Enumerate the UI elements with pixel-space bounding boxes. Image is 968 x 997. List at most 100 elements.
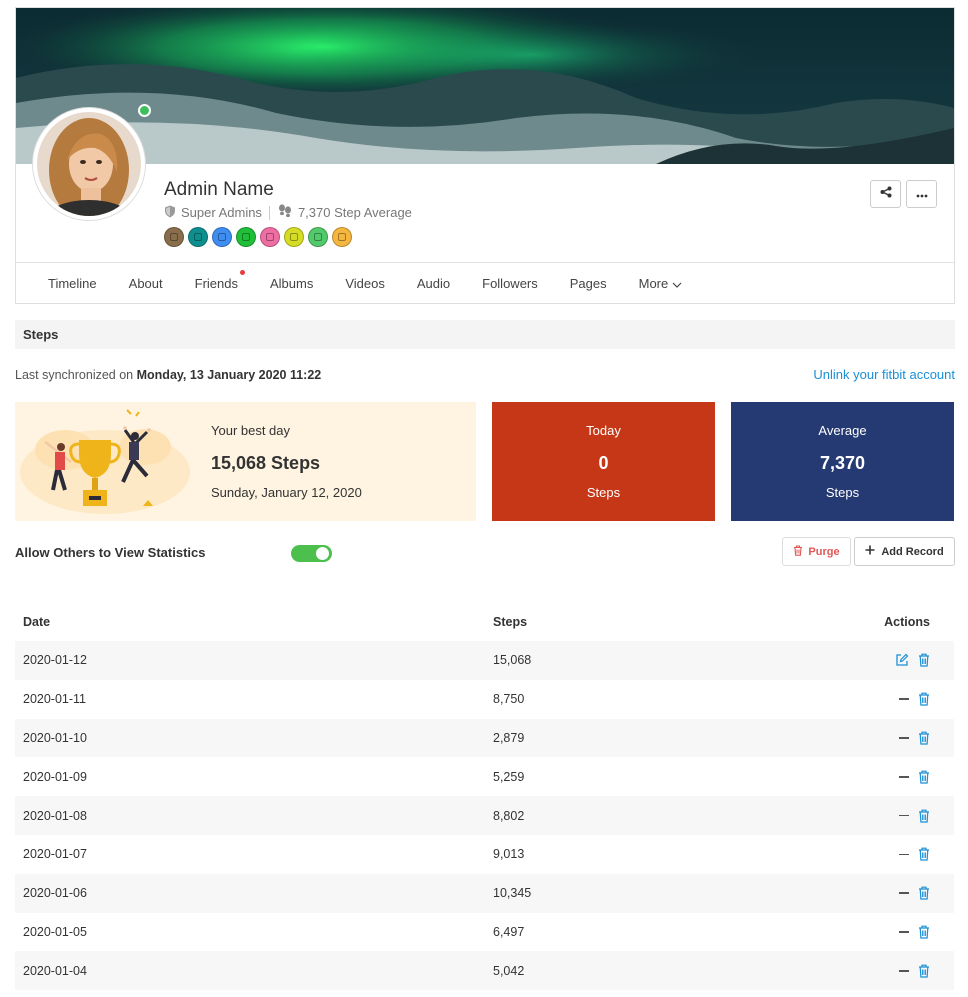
- row-steps: 5,042: [493, 963, 525, 978]
- plus-icon: [865, 545, 875, 558]
- badge-icon[interactable]: [164, 227, 184, 247]
- tab-label: Videos: [345, 276, 385, 291]
- table-row: 2020-01-08 8,802: [15, 796, 954, 835]
- row-date: 2020-01-04: [23, 963, 87, 978]
- profile-actions: [870, 180, 937, 208]
- badge-icon[interactable]: [284, 227, 304, 247]
- row-steps: 10,345: [493, 886, 532, 901]
- no-edit-dash: [899, 776, 909, 778]
- row-date: 2020-01-06: [23, 886, 87, 901]
- profile-role: Super Admins: [181, 205, 262, 220]
- share-icon: [880, 185, 892, 203]
- trash-icon: [793, 544, 803, 559]
- today-label: Today: [586, 423, 621, 438]
- row-date: 2020-01-11: [23, 692, 87, 707]
- row-steps: 9,013: [493, 847, 525, 862]
- tab-followers[interactable]: Followers: [466, 276, 554, 291]
- ellipsis-icon: [916, 185, 928, 203]
- table-row: 2020-01-11 8,750: [15, 680, 954, 719]
- allow-statistics-toggle[interactable]: [291, 545, 332, 562]
- tab-videos[interactable]: Videos: [329, 276, 401, 291]
- row-actions: [854, 770, 954, 784]
- add-record-label: Add Record: [881, 545, 944, 558]
- row-date: 2020-01-08: [23, 808, 87, 823]
- tab-friends[interactable]: Friends: [179, 270, 254, 291]
- avatar[interactable]: [33, 108, 145, 220]
- no-edit-dash: [899, 737, 909, 739]
- trash-icon[interactable]: [918, 809, 930, 823]
- cover-image: [16, 8, 954, 164]
- table-row: 2020-01-04 5,042: [15, 951, 954, 991]
- tab-audio[interactable]: Audio: [401, 276, 466, 291]
- table-row: 2020-01-09 5,259: [15, 757, 954, 796]
- average-value: 7,370: [819, 453, 866, 473]
- trash-icon[interactable]: [918, 964, 930, 978]
- purge-button[interactable]: Purge: [782, 537, 851, 566]
- header-actions: Actions: [884, 614, 930, 629]
- badge-icon[interactable]: [260, 227, 280, 247]
- row-date: 2020-01-09: [23, 769, 87, 784]
- trash-icon[interactable]: [918, 731, 930, 745]
- badge-icon[interactable]: [308, 227, 328, 247]
- no-edit-dash: [899, 698, 909, 700]
- row-actions: [854, 731, 954, 745]
- trophy-illustration-icon: [15, 402, 195, 526]
- row-steps: 8,750: [493, 692, 525, 707]
- trash-icon[interactable]: [918, 847, 930, 861]
- badge-icon[interactable]: [332, 227, 352, 247]
- row-steps: 6,497: [493, 924, 525, 939]
- tab-about[interactable]: About: [113, 276, 179, 291]
- row-actions: [854, 847, 954, 861]
- tab-albums[interactable]: Albums: [254, 276, 329, 291]
- no-edit-dash: [899, 853, 909, 856]
- today-unit: Steps: [586, 485, 621, 500]
- tab-more[interactable]: More: [623, 276, 699, 291]
- online-status-indicator: [138, 104, 151, 117]
- notification-dot: [240, 270, 245, 275]
- table-row: 2020-01-12 15,068: [15, 641, 954, 680]
- trash-icon[interactable]: [918, 653, 930, 667]
- sync-status: Last synchronized on Monday, 13 January …: [15, 368, 321, 382]
- tab-label: Followers: [482, 276, 538, 291]
- header-date: Date: [23, 614, 51, 629]
- tab-label: Friends: [194, 276, 238, 291]
- tab-label: Timeline: [48, 276, 97, 291]
- row-actions: [854, 692, 954, 706]
- trash-icon[interactable]: [918, 886, 930, 900]
- trash-icon[interactable]: [918, 770, 930, 784]
- average-unit: Steps: [825, 485, 860, 500]
- row-actions: [854, 886, 954, 900]
- badge-icon[interactable]: [212, 227, 232, 247]
- profile-meta: Super Admins 7,370 Step Average: [164, 204, 412, 221]
- profile-tabs: Timeline About Friends Albums Videos Aud…: [16, 262, 954, 304]
- no-edit-dash: [899, 814, 909, 817]
- tab-timeline[interactable]: Timeline: [16, 276, 113, 291]
- meta-divider: [268, 205, 270, 220]
- best-day-label: Your best day: [211, 423, 291, 438]
- average-label: Average: [818, 423, 867, 438]
- purge-label: Purge: [808, 545, 840, 558]
- profile-card: Admin Name Super Admins 7,370 Step Avera…: [15, 7, 955, 304]
- row-date: 2020-01-12: [23, 653, 87, 668]
- trash-icon[interactable]: [918, 692, 930, 706]
- table-row: 2020-01-10 2,879: [15, 718, 954, 758]
- best-day-card: Your best day 15,068 Steps Sunday, Janua…: [15, 402, 476, 521]
- row-actions: [854, 925, 954, 939]
- more-options-button[interactable]: [906, 180, 937, 208]
- badge-icon[interactable]: [188, 227, 208, 247]
- no-edit-dash: [899, 931, 909, 933]
- header-steps: Steps: [493, 614, 528, 629]
- tab-pages[interactable]: Pages: [554, 276, 623, 291]
- share-button[interactable]: [870, 180, 901, 208]
- profile-name: Admin Name: [164, 179, 274, 200]
- today-value: 0: [598, 453, 609, 473]
- badge-icon[interactable]: [236, 227, 256, 247]
- sync-prefix: Last synchronized on: [15, 368, 134, 382]
- row-actions: [854, 809, 954, 823]
- trash-icon[interactable]: [918, 925, 930, 939]
- best-day-value: 15,068 Steps: [211, 453, 321, 473]
- edit-icon[interactable]: [895, 653, 909, 667]
- unlink-fitbit-link[interactable]: Unlink your fitbit account: [813, 367, 955, 382]
- steps-table: Date Steps Actions 2020-01-12 15,068 202…: [15, 602, 954, 991]
- add-record-button[interactable]: Add Record: [854, 537, 955, 566]
